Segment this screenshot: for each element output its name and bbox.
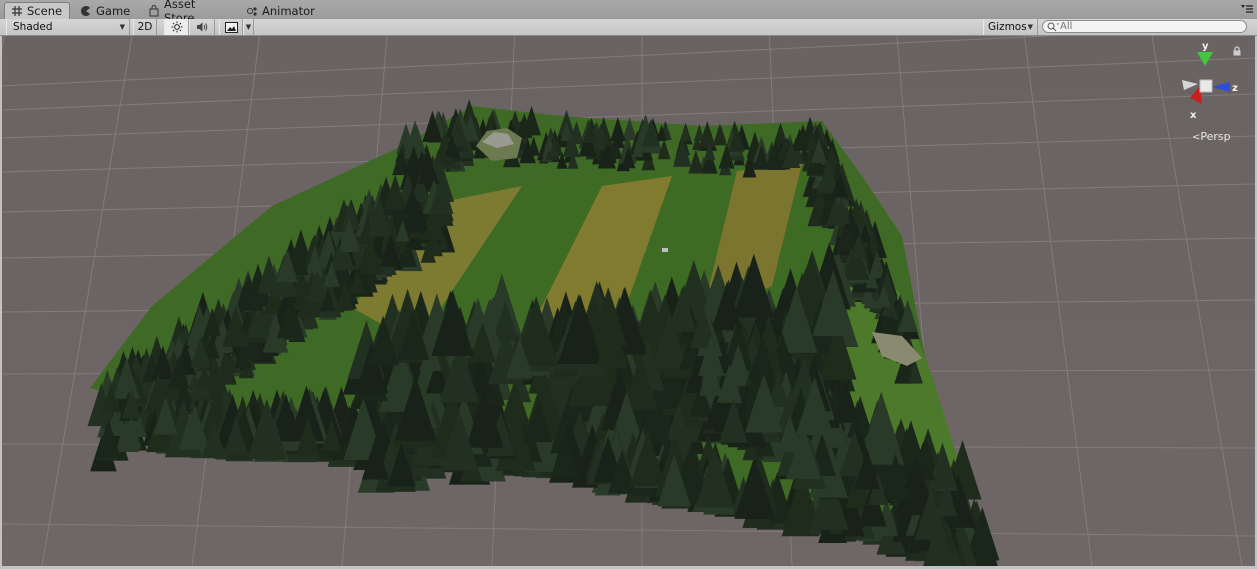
gizmos-dropdown[interactable]: Gizmos ▼ bbox=[983, 19, 1038, 35]
tab-animator[interactable]: Animator bbox=[240, 2, 324, 19]
speaker-icon bbox=[196, 22, 207, 32]
scene-view-tab-strip: Scene Game Asset Store Animator bbox=[0, 0, 1257, 25]
search-icon bbox=[1047, 22, 1059, 32]
toggle-2d-button[interactable]: 2D bbox=[133, 19, 157, 35]
animator-icon bbox=[246, 5, 258, 17]
draw-mode-value: Shaded bbox=[13, 21, 53, 33]
toggle-2d-label: 2D bbox=[137, 21, 153, 33]
gizmo-neg-x-cone[interactable] bbox=[1182, 80, 1198, 90]
draw-mode-dropdown[interactable]: Shaded ▼ bbox=[6, 19, 130, 35]
terrain-scene-render bbox=[2, 36, 1255, 566]
gizmo-z-axis-cone[interactable] bbox=[1212, 82, 1230, 92]
gizmo-center-cube[interactable] bbox=[1199, 79, 1213, 93]
projection-toggle[interactable]: <Persp bbox=[1192, 130, 1231, 143]
tab-scene[interactable]: Scene bbox=[4, 2, 70, 19]
tab-asset-store[interactable]: Asset Store bbox=[142, 0, 236, 25]
chevron-down-icon: ▼ bbox=[245, 23, 252, 31]
gizmo-x-label: x bbox=[1190, 110, 1197, 121]
image-effects-icon bbox=[224, 21, 238, 33]
scene-lighting-toggle[interactable] bbox=[164, 19, 189, 35]
tab-options-menu-icon[interactable] bbox=[1240, 4, 1254, 14]
scene-viewport[interactable]: y z x <Persp bbox=[2, 36, 1255, 566]
tab-game[interactable]: Game bbox=[74, 2, 136, 19]
gizmo-y-axis-cone[interactable] bbox=[1197, 52, 1213, 66]
game-pacman-icon bbox=[80, 5, 92, 17]
chevron-down-icon: ▼ bbox=[119, 23, 125, 31]
scene-audio-toggle[interactable] bbox=[189, 19, 215, 35]
lock-icon[interactable] bbox=[1232, 46, 1242, 56]
projection-label: Persp bbox=[1200, 130, 1231, 143]
gizmo-z-label: z bbox=[1232, 83, 1238, 94]
scene-toolbar: Shaded ▼ 2D ▼ Gizmos ▼ bbox=[0, 19, 1257, 36]
hierarchy-search[interactable] bbox=[1042, 20, 1247, 33]
gizmo-y-label: y bbox=[1202, 42, 1209, 52]
tab-animator-label: Animator bbox=[262, 3, 315, 18]
tab-scene-label: Scene bbox=[27, 4, 63, 18]
chevron-down-icon: ▼ bbox=[1027, 23, 1033, 31]
scene-grid-icon bbox=[11, 5, 23, 17]
tab-game-label: Game bbox=[96, 3, 131, 18]
scene-effects-dropdown[interactable]: ▼ bbox=[243, 19, 254, 35]
scene-effects-toggle[interactable] bbox=[219, 19, 243, 35]
asset-store-bag-icon bbox=[148, 4, 160, 17]
gizmos-label: Gizmos bbox=[988, 21, 1027, 33]
search-input[interactable] bbox=[1060, 21, 1240, 32]
sun-icon bbox=[171, 21, 182, 33]
